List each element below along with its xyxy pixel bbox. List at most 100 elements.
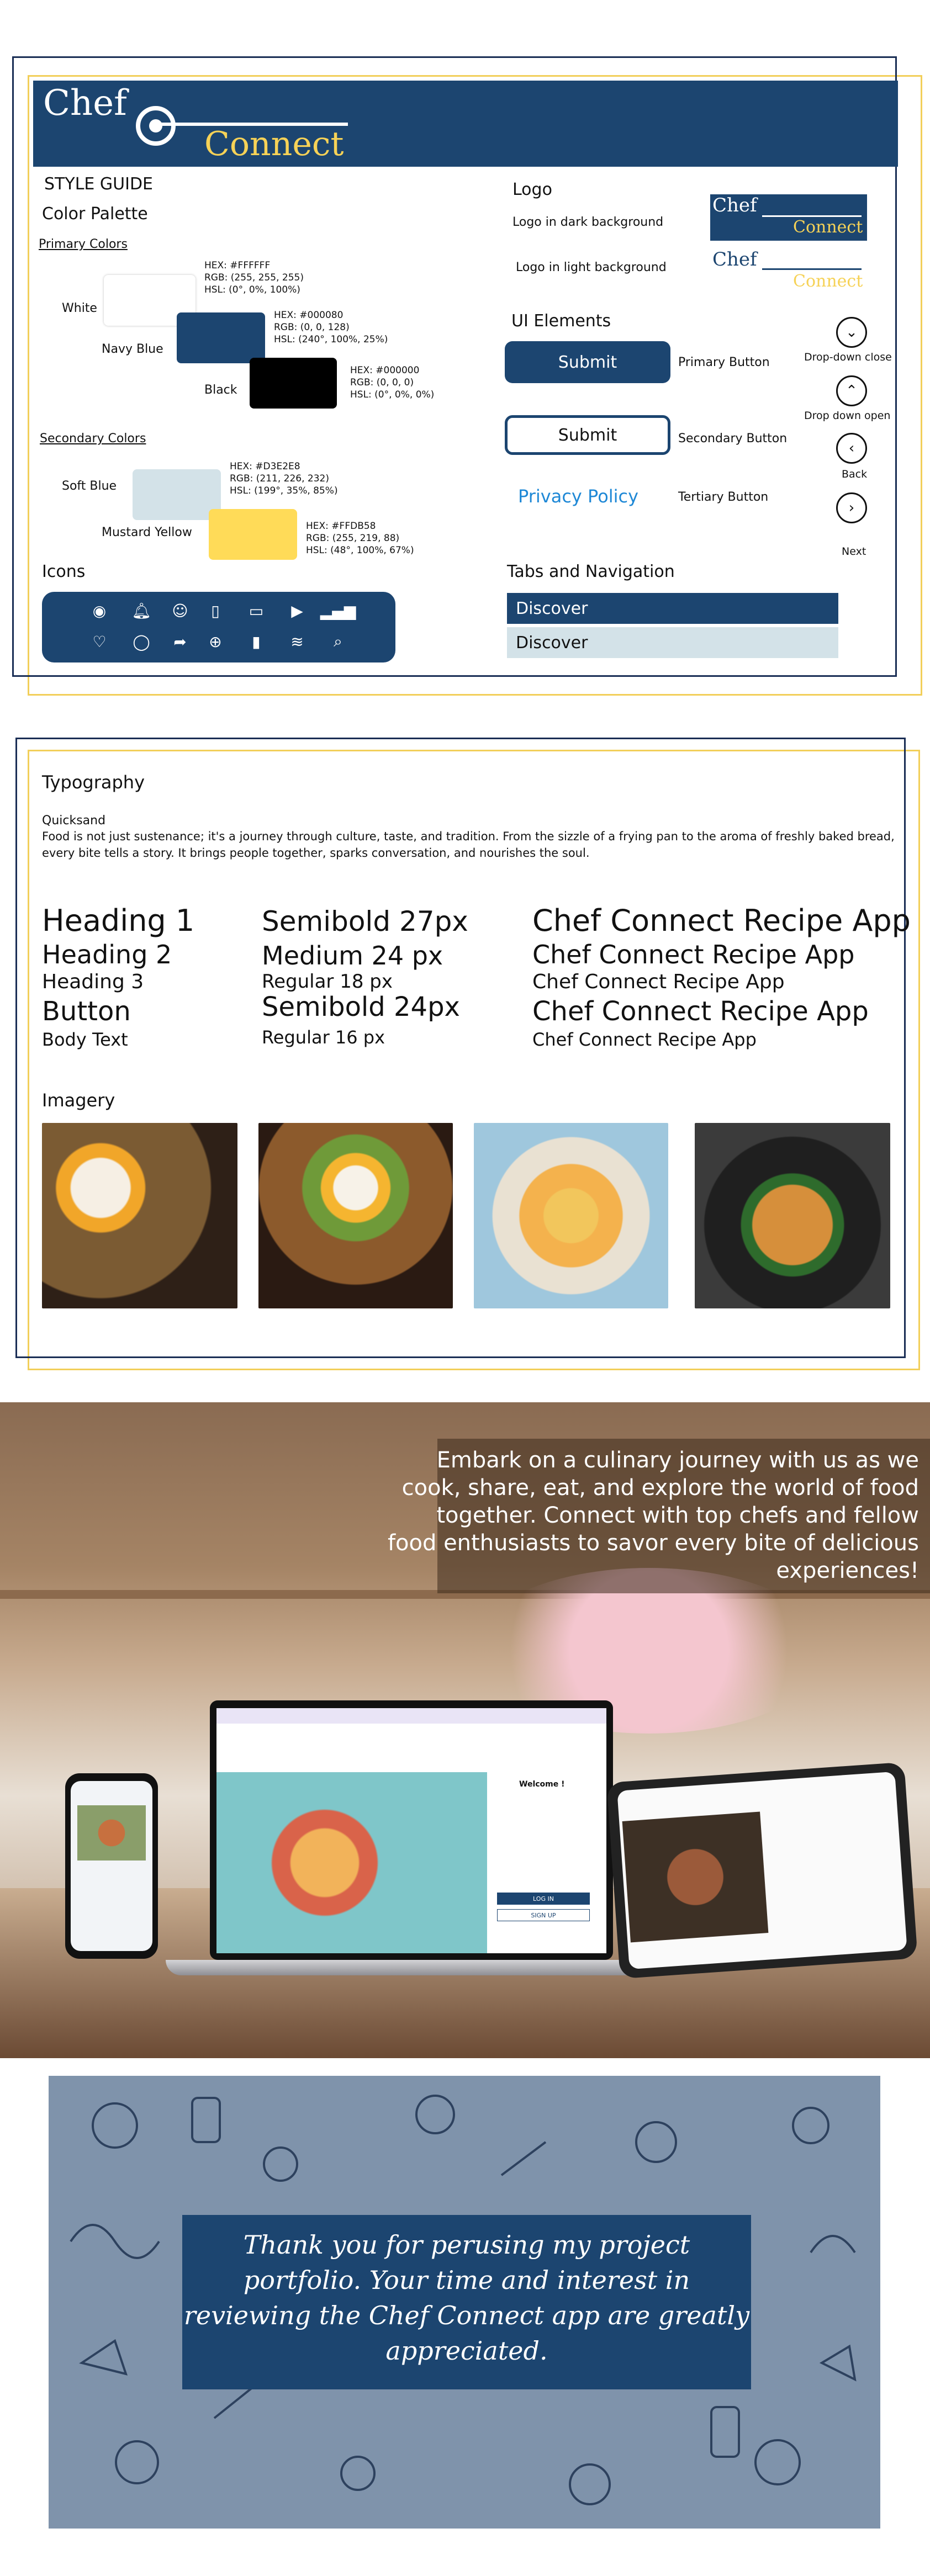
- tab-discover-inactive[interactable]: Discover: [507, 627, 838, 658]
- color-hsl: HSL: (0°, 0%, 100%): [204, 284, 300, 295]
- dropdown-open-label: Drop down open: [804, 410, 891, 422]
- signup-button[interactable]: SIGN UP: [497, 1909, 590, 1921]
- color-rgb: RGB: (0, 0, 0): [350, 377, 414, 388]
- laptop-base: [166, 1960, 663, 1975]
- thank-you-message: Thank you for perusing my project portfo…: [183, 2230, 750, 2366]
- color-rgb: RGB: (255, 219, 88): [306, 533, 400, 544]
- chevron-up-icon[interactable]: ⌃: [836, 375, 867, 406]
- logo-connect-text: Connect: [204, 125, 344, 163]
- play-icon: ▶: [291, 601, 303, 620]
- food-photo-avocado-toast: [258, 1123, 453, 1308]
- download-icon: ⊕: [209, 632, 222, 651]
- next-label: Next: [842, 545, 866, 558]
- color-rgb: RGB: (0, 0, 128): [274, 322, 350, 333]
- chevron-right-icon[interactable]: ›: [836, 492, 867, 523]
- logo-chef-text: Chef: [712, 194, 757, 216]
- logo-ring-icon: [136, 106, 176, 146]
- type-spec: Regular 18 px: [262, 971, 393, 993]
- imagery-title: Imagery: [42, 1090, 115, 1111]
- font-name: Quicksand: [42, 814, 106, 828]
- food-photo-eggs-toast: [42, 1123, 237, 1308]
- logo-chef-text: Chef: [712, 248, 757, 271]
- signal-bars-icon: ▂▄▆: [320, 601, 356, 620]
- color-hsl: HSL: (48°, 100%, 67%): [306, 545, 414, 556]
- phone-photo: [77, 1805, 146, 1861]
- submit-button-primary[interactable]: Submit: [505, 341, 670, 383]
- color-hex: HEX: #D3E2E8: [230, 461, 300, 472]
- icons-title: Icons: [42, 562, 86, 581]
- tag-icon: ▭: [249, 601, 264, 620]
- type-sample-heading-2: Heading 2: [42, 940, 172, 969]
- tertiary-button-label: Tertiary Button: [678, 490, 769, 504]
- bookmark-icon: ▯: [211, 601, 220, 620]
- color-hsl: HSL: (199°, 35%, 85%): [230, 485, 338, 496]
- chat-icon: ◯: [133, 632, 150, 651]
- food-photo-skillet: [695, 1123, 890, 1308]
- typography-sample: Food is not just sustenance; it's a jour…: [42, 830, 895, 860]
- logo-dark-label: Logo in dark background: [512, 215, 664, 229]
- color-hsl: HSL: (0°, 0%, 0%): [350, 389, 435, 400]
- color-hex: HEX: #000000: [350, 365, 420, 376]
- color-hex: HEX: #000080: [274, 310, 344, 321]
- type-example: Chef Connect Recipe App: [532, 971, 785, 993]
- color-hsl: HSL: (240°, 100%, 25%): [274, 334, 388, 345]
- logo-connect-text: Connect: [793, 272, 863, 291]
- laptop-hero-photo: [216, 1772, 487, 1953]
- ui-elements-title: UI Elements: [511, 311, 611, 331]
- back-label: Back: [842, 468, 868, 480]
- tab-discover-active[interactable]: Discover: [507, 593, 838, 624]
- food-photo-eggs-benedict: [474, 1123, 668, 1308]
- logo-connect-text: Connect: [793, 218, 863, 237]
- primary-colors-label: Primary Colors: [39, 237, 128, 251]
- login-button[interactable]: LOG IN: [497, 1893, 590, 1905]
- logo-light-label: Logo in light background: [516, 261, 667, 274]
- chevron-left-icon[interactable]: ‹: [836, 433, 867, 464]
- share-icon: ➦: [173, 632, 187, 651]
- color-palette-title: Color Palette: [42, 204, 148, 224]
- wifi-icon: ≋: [290, 632, 304, 651]
- type-sample-button: Button: [42, 996, 131, 1027]
- submit-button-secondary[interactable]: Submit: [505, 415, 670, 455]
- secondary-button-label: Secondary Button: [678, 432, 788, 446]
- logo-chef-text: Chef: [43, 83, 127, 124]
- logo-underline: [762, 268, 862, 270]
- type-sample-body: Body Text: [42, 1029, 128, 1050]
- search-icon: ⌕: [334, 632, 342, 650]
- banner-tagline: Embark on a culinary journey with us as …: [387, 1448, 919, 1583]
- bell-icon: 🔔︎: [131, 601, 151, 620]
- type-example: Chef Connect Recipe App: [532, 903, 911, 938]
- type-example: Chef Connect Recipe App: [532, 996, 869, 1027]
- type-sample-heading-1: Heading 1: [42, 903, 195, 938]
- primary-button-label: Primary Button: [678, 356, 770, 369]
- tabs-navigation-title: Tabs and Navigation: [507, 562, 675, 581]
- color-name: Navy Blue: [102, 342, 163, 356]
- chevron-down-icon[interactable]: ⌄: [836, 317, 867, 348]
- dropdown-close-label: Drop-down close: [804, 351, 892, 363]
- logo-underline: [762, 215, 862, 217]
- browser-toolbar: [216, 1708, 606, 1724]
- eye-icon: ◉: [92, 601, 107, 620]
- welcome-heading: Welcome !: [519, 1780, 565, 1789]
- user-icon: ☺: [172, 601, 188, 620]
- logo-section-title: Logo: [512, 180, 552, 199]
- type-spec: Regular 16 px: [262, 1027, 385, 1048]
- color-rgb: RGB: (211, 226, 232): [230, 473, 330, 484]
- color-hex: HEX: #FFFFFF: [204, 260, 271, 271]
- secondary-colors-label: Secondary Colors: [40, 432, 146, 446]
- type-spec: Semibold 24px: [262, 992, 460, 1022]
- color-swatch-mustard: [209, 509, 297, 560]
- color-swatch-navy: [177, 312, 265, 363]
- type-sample-heading-3: Heading 3: [42, 971, 144, 993]
- type-spec: Medium 24 px: [262, 941, 443, 971]
- type-spec: Semibold 27px: [262, 905, 468, 937]
- bookmark-solid-icon: ▮: [252, 632, 261, 651]
- style-guide-title: STYLE GUIDE: [44, 174, 154, 194]
- color-name: Soft Blue: [62, 479, 117, 493]
- color-hex: HEX: #FFDB58: [306, 521, 376, 532]
- color-rgb: RGB: (255, 255, 255): [204, 272, 304, 283]
- heart-icon: ♡: [92, 632, 107, 651]
- color-name: White: [62, 301, 97, 315]
- type-example: Chef Connect Recipe App: [532, 940, 855, 969]
- color-swatch-black: [250, 358, 337, 409]
- privacy-policy-link[interactable]: Privacy Policy: [518, 486, 638, 507]
